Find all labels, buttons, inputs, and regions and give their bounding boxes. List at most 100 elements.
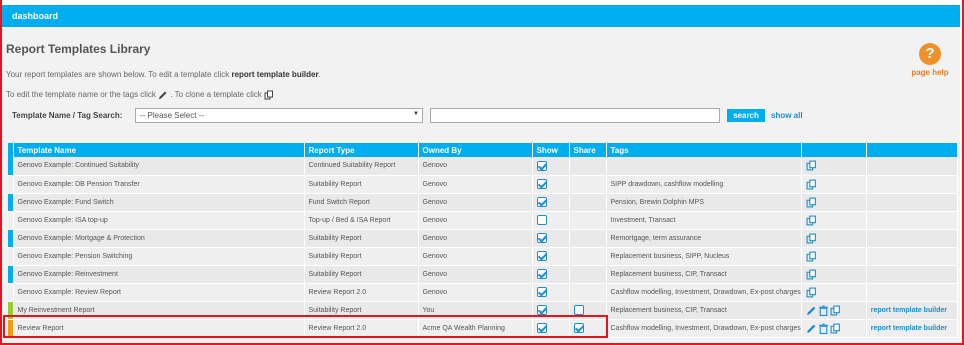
owned-by-cell: Genovo [418, 265, 533, 284]
show-cell [532, 283, 570, 302]
clone-icon[interactable] [806, 287, 818, 297]
intro-text: Your report templates are shown below. T… [6, 70, 321, 79]
table-row: Genovo Example: Fund Switch Fund Switch R… [8, 193, 959, 212]
show-checkbox[interactable] [536, 269, 547, 279]
share-cell [569, 247, 607, 266]
show-cell [532, 193, 570, 212]
builder-cell [866, 247, 959, 266]
clone-icon[interactable] [830, 323, 842, 333]
tags-cell: Replacement business, CIP, Transact [606, 265, 802, 284]
report-type-cell: Fund Switch Report [304, 193, 419, 212]
share-cell [569, 175, 607, 194]
dashboard-bar[interactable]: dashboard [2, 5, 960, 27]
table-row: Genovo Example: Continued Suitability Con… [8, 157, 959, 176]
owned-by-cell: Genovo [418, 247, 533, 266]
tags-cell: Cashflow modelling, Investment, Drawdown… [606, 319, 802, 338]
intro-builder-link[interactable]: report template builder [231, 70, 318, 79]
tags-cell: Pension, Brewin Dolphin MPS [606, 193, 802, 212]
builder-cell [866, 229, 959, 248]
clone-icon[interactable] [806, 233, 818, 243]
share-checkbox[interactable] [573, 305, 584, 315]
show-all-link[interactable]: show all [771, 111, 803, 120]
report-type-cell: Top-up / Bed & ISA Report [304, 211, 419, 230]
show-cell [532, 175, 570, 194]
table-row: Genovo Example: Mortgage & Protection Sui… [8, 229, 959, 248]
show-cell [532, 211, 570, 230]
trash-icon[interactable] [818, 305, 830, 316]
clone-icon[interactable] [806, 179, 818, 189]
clone-icon[interactable] [806, 269, 818, 279]
col-share: Share [569, 143, 607, 157]
table-row: Genovo Example: Review Report Review Repo… [8, 283, 959, 302]
tag-select[interactable]: -- Please Select -- ▼ [135, 108, 423, 123]
share-cell [569, 283, 607, 302]
template-name-cell: Genovo Example: Fund Switch [13, 193, 305, 212]
page-help-label[interactable]: page help [906, 68, 954, 77]
table-row: Genovo Example: Pension Switching Suitabi… [8, 247, 959, 266]
col-template-name: Template Name [13, 143, 305, 157]
col-owned-by: Owned By [418, 143, 533, 157]
tags-cell: Investment, Transact [606, 211, 802, 230]
clone-icon[interactable] [806, 197, 818, 207]
actions-cell [801, 157, 867, 176]
share-cell [569, 211, 607, 230]
report-template-builder-link[interactable]: report template builder [871, 325, 947, 332]
table-row: Genovo Example: Reinvestment Suitability … [8, 265, 959, 284]
show-cell [532, 157, 570, 176]
page-help[interactable]: ? page help [906, 43, 954, 77]
builder-cell [866, 175, 959, 194]
owned-by-cell: Genovo [418, 211, 533, 230]
clone-icon[interactable] [806, 251, 818, 261]
show-checkbox[interactable] [536, 197, 547, 207]
help-icon[interactable]: ? [919, 43, 941, 65]
clone-icon [264, 90, 274, 100]
search-label: Template Name / Tag Search: [12, 111, 123, 120]
clone-icon[interactable] [806, 215, 818, 225]
builder-cell [866, 193, 959, 212]
share-cell [569, 193, 607, 212]
actions-cell [801, 193, 867, 212]
show-checkbox[interactable] [536, 251, 547, 261]
pencil-icon[interactable] [806, 306, 818, 315]
show-checkbox[interactable] [536, 233, 547, 243]
tags-cell [606, 157, 802, 176]
report-template-builder-link[interactable]: report template builder [871, 307, 947, 314]
builder-cell [866, 157, 959, 176]
report-type-cell: Continued Suitability Report [304, 157, 419, 176]
edit-hint: To edit the template name or the tags cl… [6, 90, 274, 100]
tag-select-value: -- Please Select -- [140, 111, 205, 120]
col-show: Show [532, 143, 570, 157]
pencil-icon[interactable] [806, 324, 818, 333]
main-content: Report Templates Library Your report tem… [2, 27, 960, 343]
clone-icon[interactable] [806, 160, 818, 171]
col-builder [866, 143, 959, 157]
show-checkbox[interactable] [536, 160, 547, 171]
template-name-cell: Genovo Example: Mortgage & Protection [13, 229, 305, 248]
share-cell [569, 265, 607, 284]
show-checkbox[interactable] [536, 215, 547, 225]
tags-cell: Replacement business, CIP, Transact [606, 301, 802, 320]
report-type-cell: Suitability Report [304, 265, 419, 284]
trash-icon[interactable] [818, 323, 830, 334]
share-cell [569, 157, 607, 176]
tags-cell: Replacement business, SIPP, Nucleus [606, 247, 802, 266]
dashboard-link[interactable]: dashboard [12, 11, 58, 21]
owned-by-cell: Genovo [418, 193, 533, 212]
actions-cell [801, 319, 867, 338]
show-cell [532, 247, 570, 266]
show-checkbox[interactable] [536, 179, 547, 189]
clone-icon[interactable] [830, 305, 842, 315]
highlight-box [3, 315, 608, 338]
search-input[interactable] [430, 108, 720, 123]
builder-cell: report template builder [866, 301, 959, 320]
report-type-cell: Suitability Report [304, 229, 419, 248]
show-checkbox[interactable] [536, 305, 547, 315]
tags-cell: Remortgage, term assurance [606, 229, 802, 248]
report-type-cell: Suitability Report [304, 175, 419, 194]
tags-cell: SIPP drawdown, cashflow modelling [606, 175, 802, 194]
pencil-icon [159, 91, 167, 99]
show-checkbox[interactable] [536, 287, 547, 297]
search-button[interactable]: search [727, 109, 765, 122]
builder-cell [866, 265, 959, 284]
col-actions [801, 143, 867, 157]
